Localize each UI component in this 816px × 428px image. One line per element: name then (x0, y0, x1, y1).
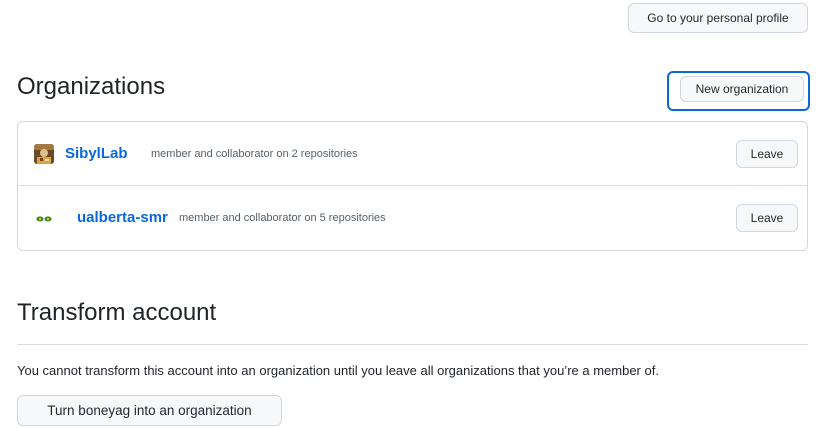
organization-link[interactable]: SibylLab (65, 145, 128, 162)
organization-role: member and collaborator on 5 repositorie… (179, 212, 386, 224)
transform-account-heading: Transform account (17, 299, 217, 326)
turn-into-organization-button[interactable]: Turn boneyag into an organization (17, 395, 282, 426)
organization-role: member and collaborator on 2 repositorie… (151, 148, 358, 160)
organization-link[interactable]: ualberta-smr (77, 209, 168, 226)
leave-button[interactable]: Leave (736, 140, 798, 168)
transform-account-description: You cannot transform this account into a… (17, 363, 659, 378)
new-organization-button[interactable]: New organization (680, 76, 804, 102)
ualberta-smr-avatar-icon[interactable] (34, 208, 54, 228)
list-item: SibylLab member and collaborator on 2 re… (18, 122, 807, 186)
leave-button[interactable]: Leave (736, 204, 798, 232)
organizations-list: SibylLab member and collaborator on 2 re… (17, 121, 808, 251)
organizations-heading: Organizations (17, 73, 166, 100)
section-divider (17, 344, 808, 345)
sibyllab-avatar-icon[interactable] (34, 144, 54, 164)
organizations-settings-page: Go to your personal profile Organization… (0, 0, 816, 428)
list-item: ualberta-smr member and collaborator on … (18, 186, 807, 250)
personal-profile-button[interactable]: Go to your personal profile (628, 3, 808, 33)
